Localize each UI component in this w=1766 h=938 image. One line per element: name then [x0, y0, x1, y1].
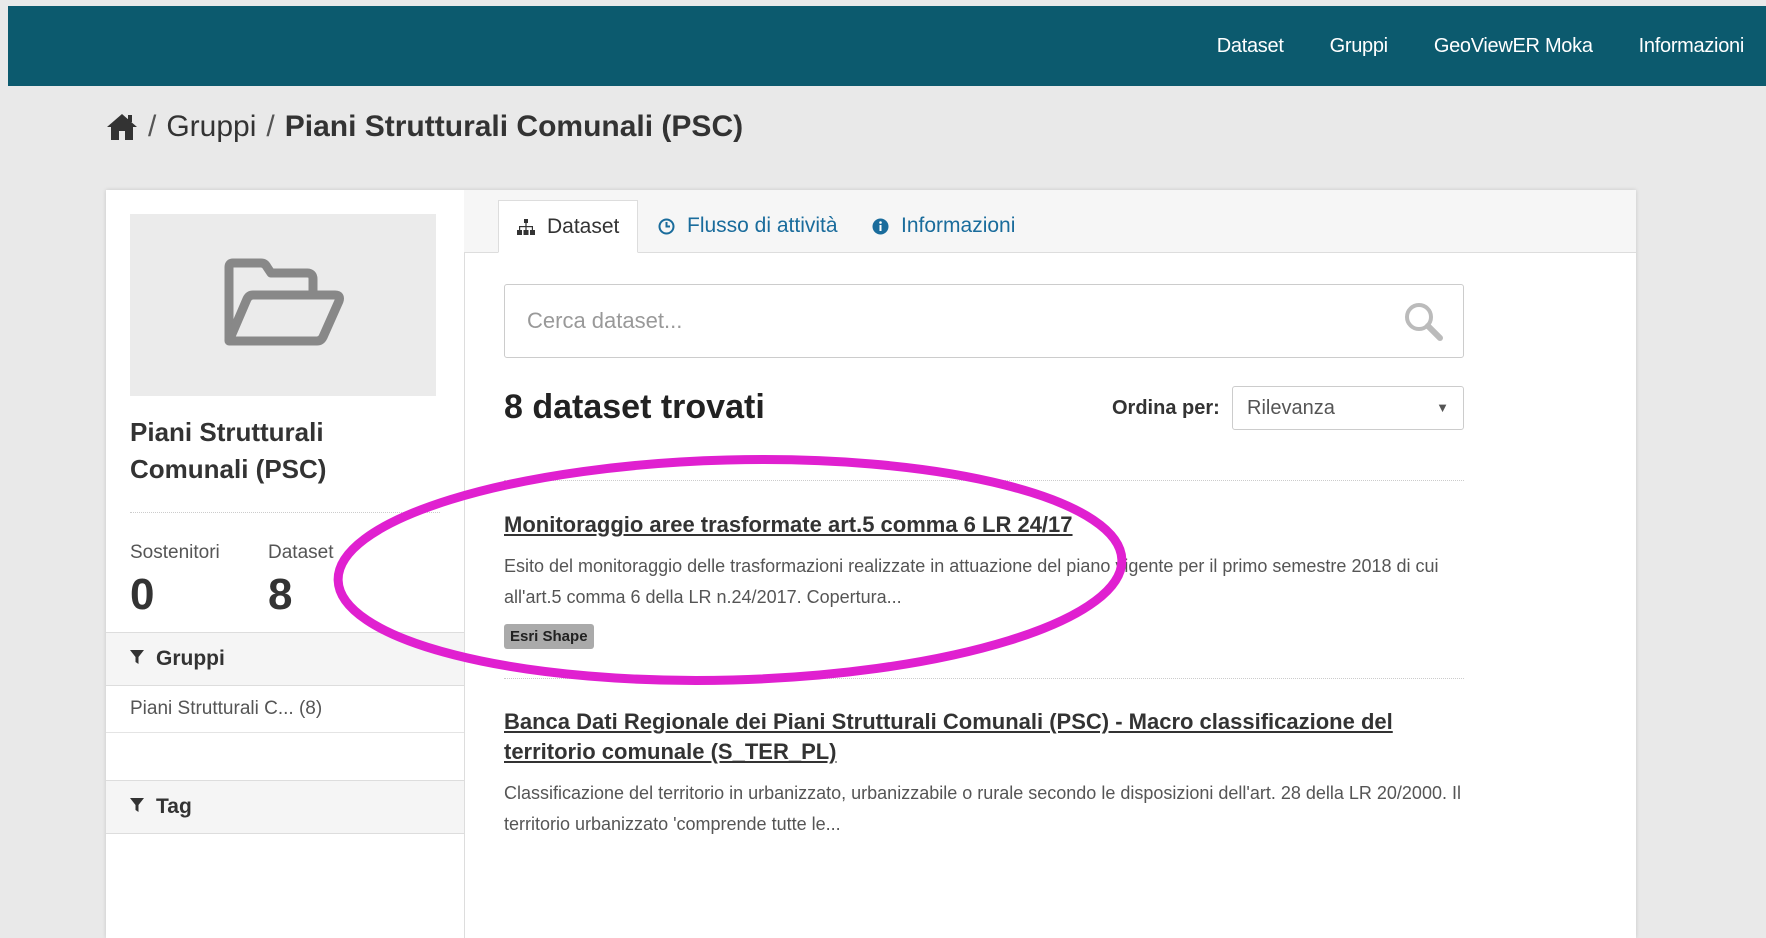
folder-open-icon: [221, 257, 345, 354]
stat-followers-label: Sostenitori: [130, 542, 220, 563]
filter-icon: [130, 650, 144, 668]
clock-icon: [658, 218, 675, 235]
tab-flusso-attivita[interactable]: Flusso di attività: [658, 200, 838, 252]
format-badge[interactable]: Esri Shape: [504, 624, 594, 649]
dataset-title-link[interactable]: Banca Dati Regionale dei Piani Struttura…: [504, 707, 1464, 767]
sort-value: Rilevanza: [1247, 396, 1335, 419]
stat-followers-value: 0: [130, 570, 155, 619]
tab-bar: Dataset Flusso di attività Informazioni: [464, 190, 1636, 253]
divider: [130, 512, 440, 513]
group-title: Piani Strutturali Comunali (PSC): [130, 417, 327, 484]
tab-dataset[interactable]: Dataset: [498, 200, 639, 253]
stat-datasets-value: 8: [268, 570, 293, 619]
dataset-title-link[interactable]: Monitoraggio aree trasformate art.5 comm…: [504, 510, 1464, 540]
content-panel: Piani Strutturali Comunali (PSC) Sosteni…: [106, 190, 1636, 938]
facet-tag-title: Tag: [156, 795, 192, 818]
main-nav: Dataset Gruppi GeoViewER Moka Informazio…: [1171, 6, 1745, 86]
search-input[interactable]: [505, 285, 1385, 357]
dataset-search: [504, 284, 1464, 358]
breadcrumb-gruppi-link[interactable]: Gruppi: [166, 110, 256, 144]
tab-informazioni-label: Informazioni: [901, 214, 1016, 237]
stat-datasets-label: Dataset: [268, 542, 334, 563]
breadcrumb-separator: /: [266, 110, 275, 143]
nav-gruppi-link[interactable]: Gruppi: [1330, 35, 1389, 58]
sort-select[interactable]: Rilevanza ▼: [1232, 386, 1464, 430]
group-sidebar: Piani Strutturali Comunali (PSC) Sosteni…: [106, 190, 465, 938]
stat-datasets: Dataset 8: [268, 542, 333, 620]
nav-geoviewer-link[interactable]: GeoViewER Moka: [1434, 35, 1593, 58]
dataset-description: Esito del monitoraggio delle trasformazi…: [504, 556, 1439, 607]
nav-informazioni-link[interactable]: Informazioni: [1639, 35, 1745, 58]
tab-dataset-label: Dataset: [547, 214, 620, 238]
top-navbar: Dataset Gruppi GeoViewER Moka Informazio…: [8, 6, 1766, 86]
search-icon[interactable]: [1403, 301, 1443, 346]
breadcrumb: / Gruppi / Piani Strutturali Comunali (P…: [106, 110, 743, 144]
divider: [106, 732, 464, 733]
facet-gruppi-header: Gruppi: [106, 632, 464, 686]
breadcrumb-separator: /: [148, 110, 157, 143]
filter-icon: [130, 798, 144, 816]
facet-item-piani-strutturali[interactable]: Piani Strutturali C... (8): [130, 698, 322, 720]
divider: [504, 678, 1464, 679]
group-image[interactable]: [130, 214, 436, 396]
stat-followers: Sostenitori 0: [130, 542, 220, 620]
chevron-down-icon: ▼: [1436, 400, 1449, 415]
results-count: 8 dataset trovati: [504, 388, 765, 426]
divider: [504, 480, 1464, 481]
home-icon[interactable]: [106, 112, 138, 142]
dataset-description: Classificazione del territorio in urbani…: [504, 783, 1461, 834]
facet-gruppi-title: Gruppi: [156, 647, 225, 670]
nav-dataset-link[interactable]: Dataset: [1217, 35, 1284, 58]
facet-tag-header: Tag: [106, 780, 464, 834]
breadcrumb-current[interactable]: Piani Strutturali Comunali (PSC): [285, 110, 743, 144]
group-main-content: Dataset Flusso di attività Informazioni: [464, 190, 1636, 938]
tab-informazioni[interactable]: Informazioni: [872, 200, 1015, 252]
sort-label: Ordina per:: [1112, 397, 1220, 419]
tab-flusso-attivita-label: Flusso di attività: [687, 214, 838, 237]
sitemap-icon: [517, 218, 535, 235]
info-icon: [872, 218, 889, 235]
